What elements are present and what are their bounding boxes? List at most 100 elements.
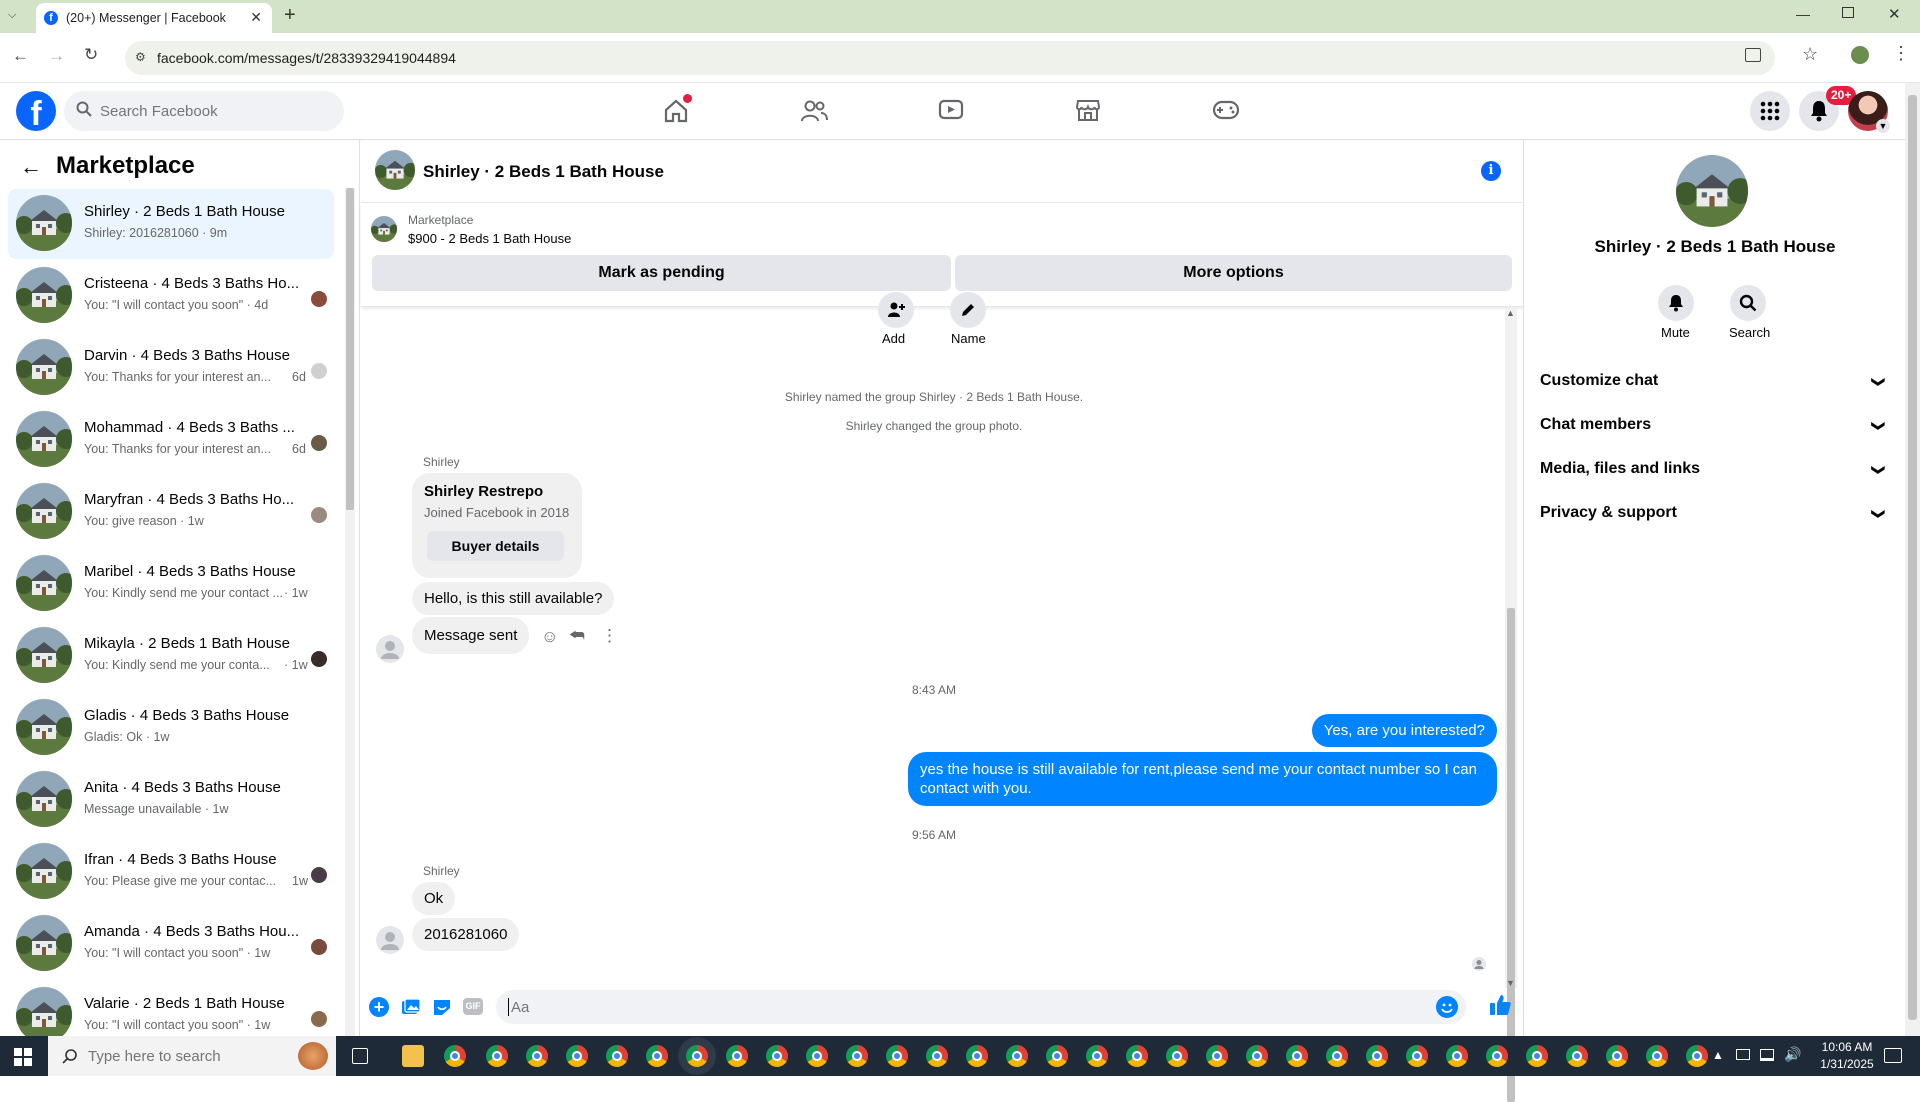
- conversation-item[interactable]: Mikayla · 2 Beds 1 Bath House You: Kindl…: [8, 621, 334, 691]
- conversation-item[interactable]: Darvin · 4 Beds 3 Baths House You: Thank…: [8, 333, 334, 403]
- more-actions-icon[interactable]: ⋮: [601, 626, 618, 646]
- gaming-icon[interactable]: [1212, 99, 1240, 121]
- gif-icon[interactable]: GIF: [463, 998, 483, 1015]
- close-window-icon[interactable]: ✕: [1888, 5, 1901, 23]
- chrome-taskbar-icon[interactable]: [846, 1045, 868, 1067]
- customize-chat-section[interactable]: Customize chat ❯: [1540, 372, 1890, 390]
- outgoing-message[interactable]: yes the house is still available for ren…: [908, 752, 1497, 806]
- listing-price[interactable]: $900 - 2 Beds 1 Bath House: [408, 231, 571, 246]
- tab-search-chevron-icon[interactable]: ⌵: [8, 9, 24, 25]
- bookmark-star-icon[interactable]: ☆: [1802, 44, 1818, 65]
- task-view-icon[interactable]: [352, 1048, 368, 1064]
- chrome-taskbar-icon[interactable]: [444, 1045, 466, 1067]
- conversation-item[interactable]: Mohammad · 4 Beds 3 Baths ... You: Thank…: [8, 405, 334, 475]
- incoming-message[interactable]: Hello, is this still available?: [412, 582, 615, 615]
- reply-icon[interactable]: ⮪: [569, 626, 585, 646]
- facebook-search-input[interactable]: [100, 101, 330, 121]
- emoji-icon[interactable]: [1436, 996, 1458, 1018]
- chrome-taskbar-icon[interactable]: [766, 1045, 788, 1067]
- tray-monitor-icon[interactable]: [1736, 1049, 1750, 1060]
- chrome-taskbar-icon[interactable]: [686, 1045, 708, 1067]
- install-app-icon[interactable]: [1745, 48, 1761, 62]
- site-info-icon[interactable]: ⚙: [135, 50, 146, 64]
- react-icon[interactable]: ☺: [541, 627, 558, 647]
- back-arrow-icon[interactable]: ←: [20, 154, 42, 180]
- chrome-taskbar-icon[interactable]: [1206, 1045, 1228, 1067]
- conversation-item[interactable]: Anita · 4 Beds 3 Baths House Message una…: [8, 765, 334, 835]
- taskbar-search[interactable]: [48, 1036, 336, 1076]
- conversation-item[interactable]: Shirley · 2 Beds 1 Bath House Shirley: 2…: [8, 189, 334, 259]
- friends-icon[interactable]: [800, 99, 828, 123]
- chrome-taskbar-icon[interactable]: [646, 1045, 668, 1067]
- sticker-icon[interactable]: [432, 998, 452, 1016]
- page-scrollbar[interactable]: [1905, 83, 1920, 1036]
- privacy-support-section[interactable]: Privacy & support ❯: [1540, 504, 1890, 522]
- menu-grid-button[interactable]: [1750, 91, 1790, 131]
- chrome-taskbar-icon[interactable]: [526, 1045, 548, 1067]
- chrome-taskbar-icon[interactable]: [1686, 1045, 1708, 1067]
- left-scrollbar-thumb[interactable]: [346, 188, 354, 510]
- chat-members-section[interactable]: Chat members ❯: [1540, 416, 1890, 434]
- chrome-taskbar-icon[interactable]: [566, 1045, 588, 1067]
- chat-header-avatar[interactable]: [375, 150, 415, 190]
- info-icon[interactable]: i: [1481, 161, 1501, 181]
- chrome-taskbar-icon[interactable]: [1646, 1045, 1668, 1067]
- buyer-details-button[interactable]: Buyer details: [427, 531, 564, 561]
- listing-thumbnail[interactable]: [371, 216, 397, 242]
- conversation-item[interactable]: Amanda · 4 Beds 3 Baths Hou... You: "I w…: [8, 909, 334, 979]
- message-input[interactable]: [508, 998, 1408, 1016]
- mark-pending-button[interactable]: Mark as pending: [372, 255, 951, 291]
- action-center-icon[interactable]: [1884, 1048, 1902, 1063]
- scroll-down-arrow-icon[interactable]: ▼: [1506, 978, 1515, 988]
- name-group-button[interactable]: [950, 292, 986, 328]
- outgoing-message[interactable]: Yes, are you interested?: [1311, 714, 1497, 747]
- chat-header-title[interactable]: Shirley · 2 Beds 1 Bath House: [423, 162, 664, 182]
- maximize-icon[interactable]: [1842, 7, 1854, 18]
- facebook-search[interactable]: [64, 91, 344, 131]
- chrome-taskbar-icon[interactable]: [1566, 1045, 1588, 1067]
- close-tab-icon[interactable]: ✕: [250, 9, 262, 26]
- conversation-item[interactable]: Maryfran · 4 Beds 3 Baths Ho... You: giv…: [8, 477, 334, 547]
- account-chevron-icon[interactable]: ▼: [1876, 119, 1890, 133]
- chrome-taskbar-icon[interactable]: [486, 1045, 508, 1067]
- browser-tab[interactable]: f (20+) Messenger | Facebook ✕: [36, 3, 272, 33]
- chrome-taskbar-icon[interactable]: [966, 1045, 988, 1067]
- minimize-icon[interactable]: —: [1796, 6, 1810, 22]
- chrome-taskbar-icon[interactable]: [926, 1045, 948, 1067]
- new-tab-icon[interactable]: +: [284, 4, 296, 27]
- chrome-taskbar-icon[interactable]: [1366, 1045, 1388, 1067]
- page-scrollbar-thumb[interactable]: [1908, 95, 1917, 1020]
- left-scrollbar[interactable]: [345, 188, 355, 1036]
- video-icon[interactable]: [938, 98, 964, 122]
- clock-date[interactable]: 1/31/2025: [1812, 1057, 1882, 1071]
- chrome-taskbar-icon[interactable]: [1246, 1045, 1268, 1067]
- incoming-message[interactable]: 2016281060: [412, 918, 520, 951]
- incoming-message[interactable]: Message sent: [412, 617, 530, 654]
- attach-image-icon[interactable]: [401, 998, 421, 1016]
- file-explorer-icon[interactable]: [402, 1045, 424, 1067]
- marketplace-icon[interactable]: [1075, 98, 1101, 122]
- chrome-taskbar-icon[interactable]: [1326, 1045, 1348, 1067]
- chrome-taskbar-icon[interactable]: [1046, 1045, 1068, 1067]
- chrome-taskbar-icon[interactable]: [886, 1045, 908, 1067]
- address-bar[interactable]: ⚙ facebook.com/messages/t/28339329419044…: [125, 41, 1775, 75]
- chrome-taskbar-icon[interactable]: [606, 1045, 628, 1067]
- add-people-button[interactable]: [878, 292, 914, 328]
- conversation-item[interactable]: Gladis · 4 Beds 3 Baths House Gladis: Ok…: [8, 693, 334, 763]
- taskbar-search-input[interactable]: [88, 1047, 288, 1065]
- chrome-taskbar-icon[interactable]: [1086, 1045, 1108, 1067]
- scroll-up-arrow-icon[interactable]: ▲: [1506, 308, 1515, 318]
- mute-button[interactable]: [1658, 285, 1694, 321]
- tray-chevron-icon[interactable]: ▲: [1712, 1048, 1724, 1062]
- chrome-taskbar-icon[interactable]: [1446, 1045, 1468, 1067]
- chat-scrollbar[interactable]: ▲ ▼: [1505, 308, 1517, 1102]
- home-icon[interactable]: [663, 94, 692, 124]
- chrome-taskbar-icon[interactable]: [1406, 1045, 1428, 1067]
- search-in-chat-button[interactable]: [1730, 285, 1766, 321]
- conversation-item[interactable]: Ifran · 4 Beds 3 Baths House You: Please…: [8, 837, 334, 907]
- chrome-taskbar-icon[interactable]: [726, 1045, 748, 1067]
- chrome-taskbar-icon[interactable]: [1606, 1045, 1628, 1067]
- volume-icon[interactable]: 🔊: [1784, 1046, 1801, 1063]
- message-input-box[interactable]: [496, 990, 1466, 1024]
- clock-time[interactable]: 10:06 AM: [1812, 1040, 1882, 1054]
